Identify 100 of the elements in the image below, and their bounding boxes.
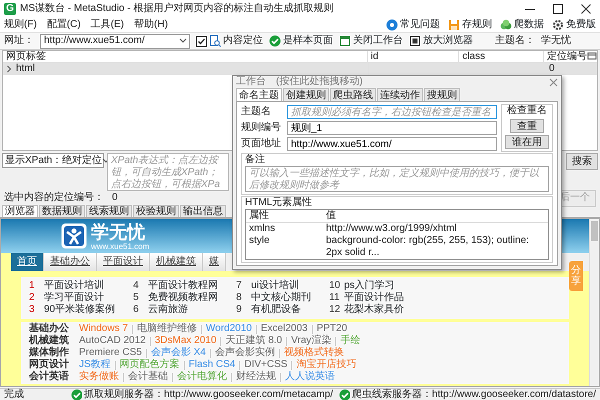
rank-number: 2: [29, 292, 36, 304]
toolbar-link[interactable]: 爬数据: [500, 19, 544, 31]
nav-item[interactable]: 媒: [203, 253, 226, 271]
hot-link[interactable]: 90平米装修案例: [44, 304, 116, 316]
tab[interactable]: 命名主题: [236, 88, 282, 101]
xpath-mode-select[interactable]: 显示XPath：绝对定位: [2, 153, 104, 168]
column-chooser-icon[interactable]: [587, 51, 597, 61]
group-title: 检查重名: [507, 105, 547, 117]
hot-link[interactable]: 平面设计教程网: [148, 280, 218, 292]
table-cell-text: xmlns: [248, 223, 276, 235]
hot-link[interactable]: 有机肥设备: [251, 304, 302, 316]
category-link[interactable]: Premiere CS5: [79, 347, 142, 359]
category-link[interactable]: Vray渲染: [291, 335, 332, 347]
category-link[interactable]: 财经法规: [236, 371, 276, 383]
tab[interactable]: 爬虫路线: [330, 88, 376, 101]
scrollbar[interactable]: [589, 219, 599, 386]
tab[interactable]: 线索规则: [86, 205, 132, 217]
category-link[interactable]: DIV+CSS: [244, 359, 288, 371]
toolbar-button[interactable]: 是样本页面: [269, 35, 333, 47]
hot-link[interactable]: 中文核心期刊: [251, 292, 312, 304]
tab[interactable]: 连续动作: [377, 88, 423, 101]
rank-number: 7: [236, 280, 243, 292]
field-label: 规则编号: [241, 122, 282, 134]
nav-item[interactable]: 机械建筑: [150, 253, 203, 271]
tab[interactable]: 数据规则: [39, 205, 85, 217]
menu-item[interactable]: 规则(F): [4, 19, 37, 31]
check-button[interactable]: 谁在用: [505, 135, 549, 149]
close-icon[interactable]: [581, 4, 591, 14]
nav-item[interactable]: 平面设计: [97, 253, 150, 271]
locator-cell: 0: [549, 63, 555, 74]
rank-number: 9: [236, 304, 243, 316]
field-label: 页面地址: [241, 138, 282, 150]
server-status: 抓取规则服务器：http://www.gooseeker.com/metacamp/: [84, 388, 334, 400]
nav-item[interactable]: 基础办公: [44, 253, 97, 271]
tab[interactable]: 浏览器: [2, 205, 38, 217]
server-status: 爬虫线索服务器：http://www.gooseeker.com/datastore/: [352, 388, 596, 400]
xpath-field[interactable]: XPath表达式：点左边按钮，可自动生成XPath；点右边按钮，可根据XPa: [107, 153, 229, 191]
tab[interactable]: 搜规则: [424, 88, 460, 101]
field-label: 选中内容的定位编号：: [4, 192, 104, 204]
hot-link[interactable]: 云南旅游: [148, 304, 188, 316]
toolbar-button[interactable]: 放大浏览器: [409, 35, 473, 47]
search-button[interactable]: 搜索: [566, 153, 598, 170]
section-title: 备注: [245, 154, 266, 166]
category-link[interactable]: 电脑维护维修: [136, 323, 197, 335]
tree-row[interactable]: html 0: [3, 63, 597, 75]
menu-item[interactable]: 帮助(H): [134, 19, 168, 31]
column-header: class: [459, 51, 544, 62]
hot-link[interactable]: 平面设计作品: [344, 292, 404, 304]
toolbar-link[interactable]: 常见问题: [386, 19, 440, 31]
rank-number: 12: [329, 304, 342, 316]
column-header: 值: [326, 210, 337, 222]
toolbar-link[interactable]: 免费版: [552, 19, 596, 31]
hot-link[interactable]: 学习平面设计: [44, 292, 104, 304]
logo-icon: [61, 223, 87, 249]
category-link[interactable]: PPT20: [316, 323, 348, 335]
menu-item[interactable]: 工具(E): [90, 19, 124, 31]
category-name: 基础办公: [29, 323, 70, 334]
category-link[interactable]: 天正建筑 8.0: [225, 335, 282, 347]
rank-number: 3: [29, 304, 36, 316]
note-field[interactable]: 可以输入一些描述性文字，比如，定义规则中使用的技巧，便于以后修改规则时做参考: [245, 166, 549, 192]
text-field[interactable]: http://www.xue51.com/: [287, 137, 497, 151]
text-field[interactable]: 规则_1: [287, 121, 497, 135]
toolbar-link[interactable]: 存规则: [448, 19, 492, 31]
toolbar-button[interactable]: 关闭工作台: [339, 35, 403, 47]
check-button[interactable]: 查重: [510, 119, 544, 133]
category-link[interactable]: 会声会影实例: [214, 347, 275, 359]
url-field[interactable]: http://www.xue51.com/: [40, 34, 190, 48]
hot-link[interactable]: ps入门学习: [344, 280, 395, 292]
category-link[interactable]: AutoCAD 2012: [79, 335, 146, 347]
hot-link[interactable]: 平面设计培训: [44, 280, 104, 292]
nav-item[interactable]: 首页: [11, 253, 44, 271]
rank-number: 10: [329, 280, 342, 292]
rank-number: 5: [133, 292, 140, 304]
checkbox[interactable]: [196, 36, 207, 46]
text-field[interactable]: 抓取规则必须有名字，右边按钮检查是否重名: [287, 105, 497, 119]
expand-icon[interactable]: [6, 65, 12, 73]
category-link[interactable]: 会计基础: [128, 371, 168, 383]
tab[interactable]: 输出信息: [180, 205, 226, 217]
menu-item[interactable]: 配置(C): [46, 19, 81, 31]
column-header: id: [368, 51, 460, 62]
window-title: MS谋数台 - MetaStudio - 根据用户对网页内容的标注自动生成抓取规则: [20, 3, 334, 15]
logo-text: 学无忧: [91, 222, 146, 242]
column-header: 定位编号: [546, 51, 587, 62]
rank-number: 11: [329, 292, 341, 304]
category-link[interactable]: Excel2003: [260, 323, 308, 335]
category-name: 会计英语: [29, 371, 70, 383]
tab[interactable]: 创建规则: [283, 88, 329, 101]
maximize-icon[interactable]: [553, 4, 563, 14]
dialog-title: 工作台: [236, 76, 266, 88]
rank-number: 8: [236, 292, 243, 304]
field-label: 网址：: [4, 35, 34, 47]
table-cell-text: style: [248, 235, 271, 248]
hot-link[interactable]: 免费视频教程网: [148, 292, 218, 304]
hot-link[interactable]: 花梨木家具价: [344, 304, 404, 316]
hot-link[interactable]: ui设计培训: [251, 280, 299, 292]
section-title: HTML元素属性: [245, 197, 314, 209]
app-icon: G: [4, 3, 16, 15]
site-domain: www.xue51.com: [91, 242, 150, 250]
rank-number: 1: [29, 280, 36, 292]
tab[interactable]: 校验规则: [133, 205, 179, 217]
